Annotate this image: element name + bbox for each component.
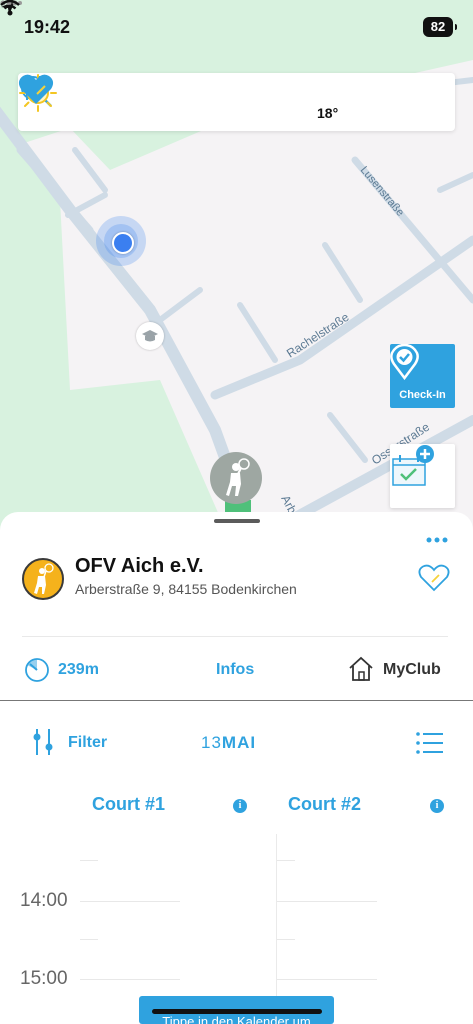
court-2-header[interactable]: Court #2 xyxy=(288,794,361,815)
half-hour-line xyxy=(80,939,98,940)
battery-indicator: 82 xyxy=(423,17,457,37)
check-in-pin-icon xyxy=(390,344,419,380)
filter-button[interactable]: Filter xyxy=(68,734,107,752)
poi-pin[interactable] xyxy=(136,322,164,350)
divider xyxy=(22,636,448,637)
check-in-button[interactable]: Check-In xyxy=(390,344,455,408)
distance-label: 239m xyxy=(58,661,99,678)
court-1-info-icon[interactable]: i xyxy=(233,799,247,813)
tennis-player-logo-icon xyxy=(34,563,54,594)
half-hour-line xyxy=(277,939,295,940)
time-label: 14:00 xyxy=(20,890,68,911)
current-location-marker xyxy=(96,216,146,266)
map-toolbar: 18° xyxy=(18,73,455,131)
club-address: Arberstraße 9, 84155 Bodenkirchen xyxy=(75,581,297,597)
hour-line xyxy=(80,979,180,980)
calendar-hint-text: Tippe in den Kalender um xyxy=(162,1014,311,1024)
date-day: 13 xyxy=(201,733,222,752)
calendar-add-icon xyxy=(392,445,434,486)
date-month: MAI xyxy=(221,733,257,752)
half-hour-line xyxy=(80,860,98,861)
club-info-row: 239m Infos MyClub xyxy=(0,652,473,692)
sheet-grabber[interactable] xyxy=(214,519,260,523)
court-1-header[interactable]: Court #1 xyxy=(92,794,165,815)
favorite-heart-icon[interactable] xyxy=(418,564,450,592)
more-options-icon[interactable] xyxy=(426,536,448,544)
status-time: 19:42 xyxy=(24,17,71,37)
club-name: OFV Aich e.V. xyxy=(75,555,204,577)
check-in-label: Check-In xyxy=(399,389,446,401)
club-marker[interactable] xyxy=(210,452,262,504)
house-icon[interactable] xyxy=(348,656,374,682)
hour-line xyxy=(80,901,180,902)
favorites-heart-icon[interactable] xyxy=(18,73,54,105)
court-2-info-icon[interactable]: i xyxy=(430,799,444,813)
hour-line xyxy=(277,979,377,980)
home-indicator xyxy=(152,1009,322,1014)
wifi-icon xyxy=(0,0,20,16)
hour-line xyxy=(277,901,377,902)
calendar-filter-row: Filter 13MAI xyxy=(0,727,473,759)
filter-sliders-icon[interactable] xyxy=(30,727,56,757)
graduation-cap-icon xyxy=(142,330,158,342)
date-selector[interactable]: 13MAI xyxy=(201,733,256,753)
temperature-label: 18° xyxy=(317,105,339,121)
club-bottom-sheet: OFV Aich e.V. Arberstraße 9, 84155 Boden… xyxy=(0,512,473,1024)
time-label: 15:00 xyxy=(20,968,68,989)
distance-gauge-icon xyxy=(25,658,49,682)
club-avatar xyxy=(22,558,64,600)
divider xyxy=(0,700,473,701)
map-view[interactable]: Lusenstraße Rachelstraße Osserstraße Arb… xyxy=(0,0,473,540)
calendar-add-button[interactable] xyxy=(390,444,455,508)
tennis-player-icon xyxy=(226,458,250,496)
myclub-link[interactable]: MyClub xyxy=(383,661,441,679)
status-bar: 19:42 82 xyxy=(0,0,473,56)
infos-link[interactable]: Infos xyxy=(216,661,254,679)
half-hour-line xyxy=(277,860,295,861)
list-view-icon[interactable] xyxy=(416,731,444,755)
